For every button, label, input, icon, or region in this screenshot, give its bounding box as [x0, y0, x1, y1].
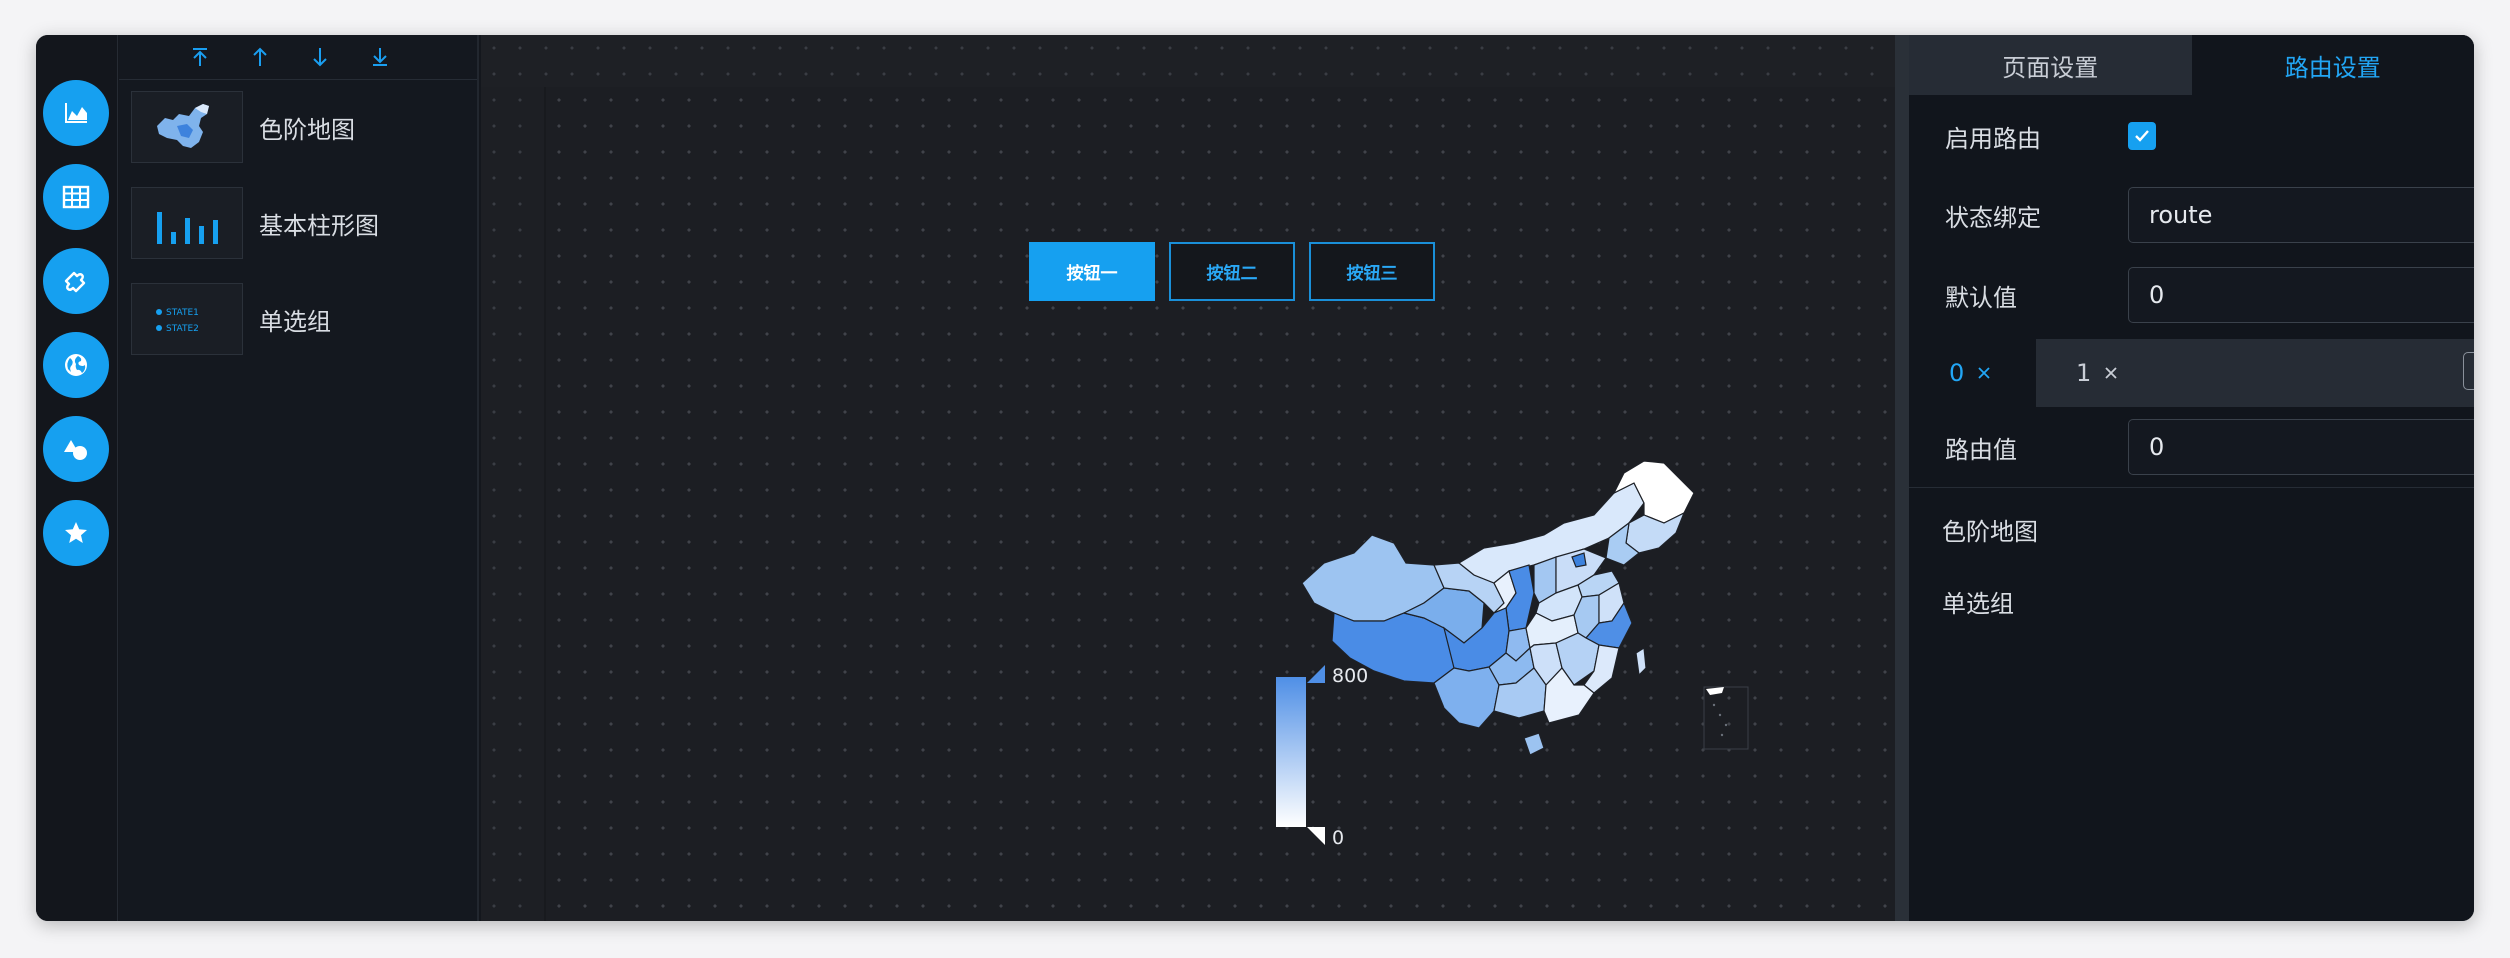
route-tabs: 0 1 — [1909, 339, 2474, 407]
component-item-radio-group[interactable]: STATE1 STATE2 单选组 — [131, 283, 471, 355]
component-item-bar-chart[interactable]: 基本柱形图 — [131, 187, 471, 259]
button-group: 按钮一 按钮二 按钮三 — [1029, 242, 1435, 301]
move-to-bottom-icon[interactable] — [369, 46, 391, 68]
checkmark-icon — [2135, 130, 2149, 142]
legend-max-handle[interactable] — [1307, 665, 1325, 683]
app-window: 色阶地图 基本柱形图 STATE1 STATE2 单选组 按钮一 按钮二 按钮三… — [36, 35, 2474, 921]
tab-page-settings[interactable]: 页面设置 — [1909, 35, 2192, 95]
map-thumbnail — [131, 91, 243, 163]
radio-group-thumbnail: STATE1 STATE2 — [131, 283, 243, 355]
design-canvas[interactable]: 按钮一 按钮二 按钮三 800 0 — [544, 87, 1895, 921]
route-tab-label: 1 — [2076, 359, 2092, 387]
close-icon[interactable] — [2103, 365, 2119, 381]
settings-panel: 页面设置 路由设置 启用路由 状态绑定 route 默认值 0 0 1 路由值 … — [1909, 35, 2474, 921]
layer-order-toolbar — [119, 35, 477, 80]
shapes-icon[interactable] — [43, 416, 109, 482]
route-value-input[interactable]: 0 — [2128, 419, 2474, 475]
component-list-panel: 色阶地图 基本柱形图 STATE1 STATE2 单选组 — [119, 35, 479, 921]
legend-min-handle[interactable] — [1307, 827, 1325, 845]
default-value-label: 默认值 — [1945, 283, 2017, 312]
tab-route-settings[interactable]: 路由设置 — [2191, 35, 2474, 95]
bar-chart-thumbnail — [131, 187, 243, 259]
editor-canvas-area: 按钮一 按钮二 按钮三 800 0 — [481, 35, 1895, 921]
bound-component-item: 色阶地图 — [1909, 496, 2474, 556]
enable-route-row: 启用路由 — [1909, 101, 2474, 171]
canvas-ruler-top — [481, 35, 1895, 87]
close-icon[interactable] — [1976, 365, 1992, 381]
move-to-top-icon[interactable] — [189, 46, 211, 68]
canvas-button-1[interactable]: 按钮一 — [1029, 242, 1155, 301]
area-chart-icon[interactable] — [43, 80, 109, 146]
enable-route-checkbox[interactable] — [2128, 122, 2156, 150]
state-binding-label: 状态绑定 — [1945, 203, 2041, 232]
globe-icon[interactable] — [43, 332, 109, 398]
canvas-button-2[interactable]: 按钮二 — [1169, 242, 1295, 301]
legend-gradient — [1276, 677, 1306, 827]
table-icon[interactable] — [43, 164, 109, 230]
canvas-button-3[interactable]: 按钮三 — [1309, 242, 1435, 301]
route-tab-1[interactable]: 1 — [2036, 339, 2156, 407]
thumb-line-2: STATE2 — [166, 324, 199, 334]
state-binding-row: 状态绑定 route — [1909, 180, 2474, 250]
route-tab-label: 0 — [1949, 359, 1965, 387]
route-value-row: 路由值 0 — [1909, 412, 2474, 482]
settings-tabs: 页面设置 路由设置 — [1909, 35, 2474, 95]
state-binding-input[interactable]: route — [2128, 187, 2474, 243]
category-rail — [36, 35, 118, 921]
move-up-icon[interactable] — [249, 46, 271, 68]
legend-max-label: 800 — [1332, 665, 1369, 687]
default-value-input[interactable]: 0 — [2128, 267, 2474, 323]
route-value-label: 路由值 — [1945, 435, 2017, 464]
divider — [1909, 487, 2474, 488]
add-route-button[interactable] — [2463, 352, 2474, 390]
component-item-map[interactable]: 色阶地图 — [131, 91, 471, 163]
panel-resizer[interactable] — [1895, 35, 1909, 921]
close-icon[interactable] — [2469, 584, 2474, 610]
puzzle-icon[interactable] — [43, 248, 109, 314]
star-icon[interactable] — [43, 500, 109, 566]
choropleth-map[interactable] — [1294, 453, 1774, 873]
bound-component-label: 单选组 — [1942, 590, 2014, 618]
move-down-icon[interactable] — [309, 46, 331, 68]
component-label: 色阶地图 — [259, 115, 355, 144]
bound-component-label: 色阶地图 — [1942, 518, 2038, 546]
route-tab-0[interactable]: 0 — [1909, 339, 2036, 407]
canvas-ruler-left — [481, 87, 544, 921]
component-label: 基本柱形图 — [259, 211, 379, 240]
legend-min-label: 0 — [1332, 827, 1345, 849]
enable-route-label: 启用路由 — [1945, 124, 2041, 153]
default-value-row: 默认值 0 — [1909, 260, 2474, 330]
bound-component-item: 单选组 — [1909, 568, 2474, 628]
close-icon[interactable] — [2469, 512, 2474, 538]
component-label: 单选组 — [259, 307, 331, 336]
thumb-line-1: STATE1 — [166, 308, 199, 318]
plus-icon — [2472, 361, 2474, 381]
